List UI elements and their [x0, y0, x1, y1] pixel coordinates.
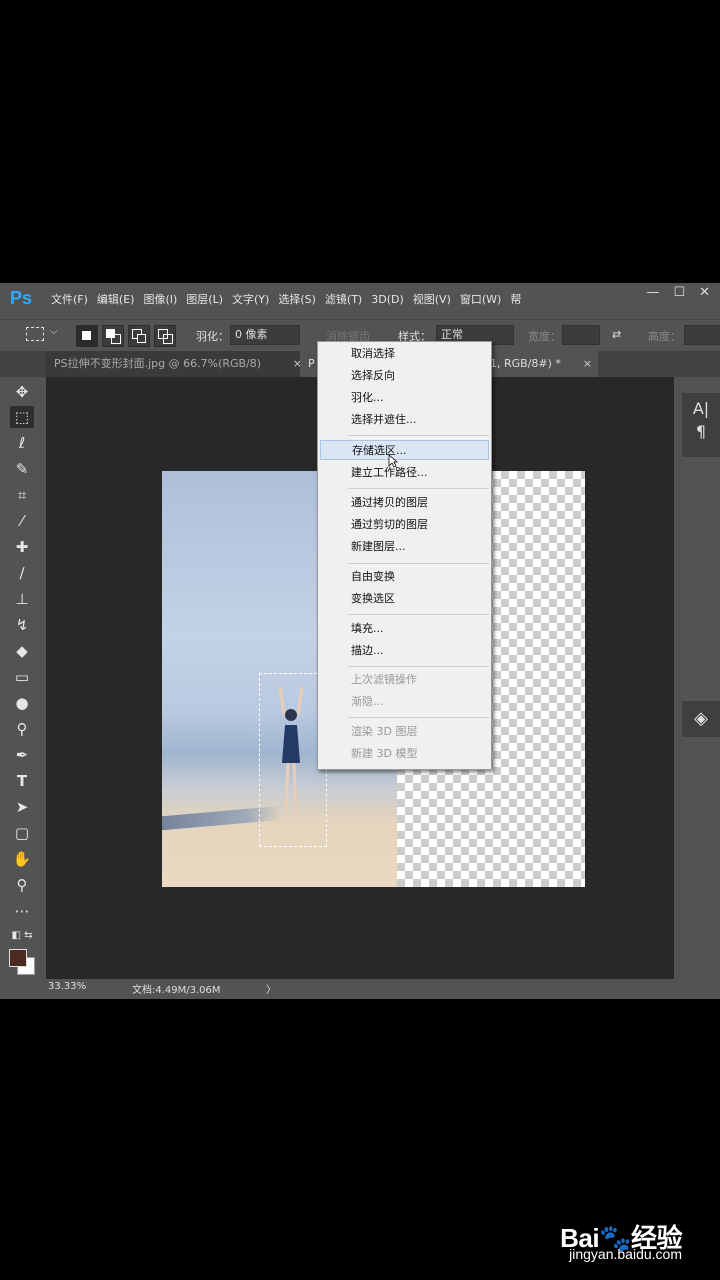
maximize-button[interactable]: ☐ [673, 285, 685, 300]
menu-item-layer-via-cut[interactable]: 通过剪切的图层 [318, 515, 491, 535]
menu-layer[interactable]: 图层(L) [185, 283, 231, 317]
menu-item-inverse[interactable]: 选择反向 [318, 366, 491, 386]
status-bar: 33.33% 文档:4.49M/3.06M 〉 [46, 979, 674, 997]
eyedropper-tool-icon[interactable]: ⁄ [10, 510, 34, 532]
menu-separator [348, 717, 489, 718]
history-brush-tool-icon[interactable]: ↯ [10, 614, 34, 636]
menu-select[interactable]: 选择(S) [277, 283, 324, 317]
tab-label-prefix: P [308, 357, 315, 370]
menu-items: 文件(F) 编辑(E) 图像(I) 图层(L) 文字(Y) 选择(S) 滤镜(T… [50, 283, 529, 317]
minimize-button[interactable]: — [646, 285, 659, 300]
menu-separator [348, 563, 489, 564]
menu-view[interactable]: 视图(V) [412, 283, 459, 317]
menu-item-last-filter: 上次滤镜操作 [351, 673, 417, 686]
menu-item-new-layer[interactable]: 新建图层... [318, 537, 491, 557]
dodge-tool-icon[interactable]: ⚲ [10, 718, 34, 740]
height-label: 高度： [648, 330, 681, 343]
selection-mode-group [76, 325, 176, 347]
lasso-tool-icon[interactable]: ℓ [10, 432, 34, 454]
menu-separator [348, 614, 489, 615]
menu-item-make-work-path[interactable]: 建立工作路径... [318, 463, 491, 483]
character-panel-icon[interactable]: A| [682, 399, 720, 418]
context-menu: 取消选择 选择反向 羽化... 选择并遮住... 存储选区... 建立工作路径.… [317, 341, 492, 770]
swap-icon[interactable]: ⇄ [612, 328, 621, 341]
default-colors-icon[interactable]: ◧ ⇆ [10, 925, 34, 947]
menu-item-feather[interactable]: 羽化... [318, 388, 491, 408]
menu-file[interactable]: 文件(F) [50, 283, 96, 317]
menu-item-save-selection[interactable]: 存储选区... [320, 440, 489, 460]
more-tools-icon[interactable]: ⋯ [10, 900, 34, 922]
close-button[interactable]: ✕ [699, 285, 710, 300]
menu-separator [348, 435, 489, 436]
width-input[interactable] [562, 325, 600, 345]
menu-item-render-3d-layer: 渲染 3D 图层 [351, 725, 418, 738]
tab-close-icon[interactable]: × [583, 351, 592, 377]
menu-type[interactable]: 文字(Y) [231, 283, 277, 317]
hand-tool-icon[interactable]: ✋ [10, 848, 34, 870]
eraser-tool-icon[interactable]: ◆ [10, 640, 34, 662]
window-controls: — ☐ ✕ [646, 285, 710, 300]
document-size: 文档:4.49M/3.06M [132, 985, 221, 996]
clone-stamp-tool-icon[interactable]: ⊥ [10, 588, 34, 610]
rectangle-tool-icon[interactable]: ▢ [10, 822, 34, 844]
menu-item-fill[interactable]: 填充... [318, 619, 491, 639]
tools-panel: ✥ ⬚ ℓ ✎ ⌗ ⁄ ✚ ∕ ⊥ ↯ ◆ ▭ ● ⚲ ✒ T ➤ ▢ ✋ ⚲ … [0, 377, 44, 981]
tab-label-suffix: 1, RGB/8#) * [490, 357, 561, 370]
menu-bar: Ps 文件(F) 编辑(E) 图像(I) 图层(L) 文字(Y) 选择(S) 滤… [0, 283, 720, 317]
type-tool-icon[interactable]: T [10, 770, 34, 792]
pen-tool-icon[interactable]: ✒ [10, 744, 34, 766]
menu-separator [348, 666, 489, 667]
tab-ps-cover[interactable]: PS拉伸不变形封面.jpg @ 66.7%(RGB/8) × [46, 351, 308, 377]
feather-input[interactable]: 0 像素 [230, 325, 300, 345]
zoom-level[interactable]: 33.33% [48, 981, 86, 992]
watermark-url: jingyan.baidu.com [569, 1246, 682, 1262]
healing-brush-tool-icon[interactable]: ✚ [10, 536, 34, 558]
feather-label: 羽化： [196, 330, 229, 343]
chevron-down-icon[interactable]: ⌵ [50, 326, 58, 337]
menu-item-stroke[interactable]: 描边... [318, 641, 491, 661]
menu-item-free-transform[interactable]: 自由变换 [318, 567, 491, 587]
gradient-tool-icon[interactable]: ▭ [10, 666, 34, 688]
new-selection-button[interactable] [76, 325, 98, 347]
menu-separator [348, 488, 489, 489]
menu-item-new-3d-model: 新建 3D 模型 [351, 747, 418, 760]
brush-tool-icon[interactable]: ∕ [10, 562, 34, 584]
blur-tool-icon[interactable]: ● [10, 692, 34, 714]
character-paragraph-panel: A| ¶ [682, 393, 720, 457]
menu-item-fade: 渐隐... [351, 695, 384, 708]
subtract-selection-button[interactable] [128, 325, 150, 347]
foreground-color-swatch[interactable] [9, 949, 27, 967]
layers-panel-icon[interactable]: ◈ [682, 701, 720, 737]
crop-tool-icon[interactable]: ⌗ [10, 484, 34, 506]
status-menu-arrow[interactable]: 〉 [266, 981, 276, 996]
menu-help[interactable]: 帮 [509, 283, 529, 317]
tab-label: PS拉伸不变形封面.jpg @ 66.7%(RGB/8) [54, 357, 262, 370]
menu-image[interactable]: 图像(I) [142, 283, 185, 317]
move-tool-icon[interactable]: ✥ [10, 381, 34, 403]
menu-item-layer-via-copy[interactable]: 通过拷贝的图层 [318, 493, 491, 513]
paragraph-panel-icon[interactable]: ¶ [682, 422, 720, 441]
marquee-preset-icon[interactable] [26, 327, 44, 341]
right-panel-dock: A| ¶ ◈ [682, 377, 720, 981]
path-selection-tool-icon[interactable]: ➤ [10, 796, 34, 818]
menu-window[interactable]: 窗口(W) [459, 283, 509, 317]
menu-item-transform-selection[interactable]: 变换选区 [318, 589, 491, 609]
ps-logo: Ps [10, 288, 33, 308]
mouse-pointer-icon [388, 454, 398, 468]
menu-filter[interactable]: 滤镜(T) [324, 283, 370, 317]
menu-edit[interactable]: 编辑(E) [96, 283, 143, 317]
add-selection-button[interactable] [102, 325, 124, 347]
rectangular-marquee-tool-icon[interactable]: ⬚ [10, 406, 34, 428]
height-input[interactable] [684, 325, 720, 345]
menu-item-deselect[interactable]: 取消选择 [318, 344, 491, 364]
quick-selection-tool-icon[interactable]: ✎ [10, 458, 34, 480]
menu-3d[interactable]: 3D(D) [370, 283, 412, 317]
menu-item-select-and-mask[interactable]: 选择并遮住... [318, 410, 491, 430]
intersect-selection-button[interactable] [154, 325, 176, 347]
zoom-tool-icon[interactable]: ⚲ [10, 874, 34, 896]
width-label: 宽度： [528, 330, 561, 343]
